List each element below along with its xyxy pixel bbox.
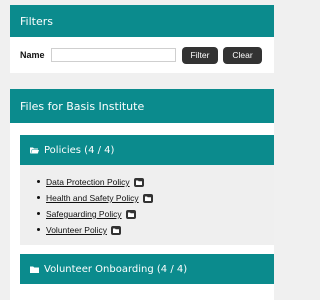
folder-open-icon xyxy=(30,147,39,154)
list-item: Data Protection Policy xyxy=(37,174,153,190)
file-list: Data Protection Policy Health and Safety… xyxy=(37,174,153,238)
folder-icon xyxy=(30,266,39,273)
filters-header: Filters xyxy=(10,5,274,37)
file-link-safeguarding[interactable]: Safeguarding Policy xyxy=(46,209,122,219)
name-label: Name xyxy=(20,50,45,60)
file-icon[interactable] xyxy=(125,209,136,219)
file-icon[interactable] xyxy=(110,225,121,235)
section-body-policies: Data Protection Policy Health and Safety… xyxy=(20,165,274,245)
file-link-data-protection[interactable]: Data Protection Policy xyxy=(46,177,130,187)
list-item: Health and Safety Policy xyxy=(37,190,153,206)
file-link-volunteer[interactable]: Volunteer Policy xyxy=(46,225,107,235)
clear-button[interactable]: Clear xyxy=(223,46,262,64)
section-header-volunteer-onboarding[interactable]: Volunteer Onboarding (4 / 4) xyxy=(20,254,274,284)
files-header: Files for Basis Institute xyxy=(10,89,274,123)
section-title-volunteer-onboarding: Volunteer Onboarding (4 / 4) xyxy=(44,263,188,275)
file-icon[interactable] xyxy=(142,193,153,203)
filter-button[interactable]: Filter xyxy=(181,46,219,64)
files-title: Files for Basis Institute xyxy=(20,99,145,113)
list-item: Safeguarding Policy xyxy=(37,206,153,222)
filters-form: Name Filter Clear xyxy=(10,37,274,73)
section-title-policies: Policies (4 / 4) xyxy=(44,144,115,156)
list-item: Volunteer Policy xyxy=(37,222,153,238)
file-icon[interactable] xyxy=(133,177,144,187)
section-header-policies[interactable]: Policies (4 / 4) xyxy=(20,135,274,165)
file-link-health-safety[interactable]: Health and Safety Policy xyxy=(46,193,139,203)
name-input[interactable] xyxy=(50,48,176,62)
files-panel: Policies (4 / 4) Data Protection Policy … xyxy=(10,123,274,300)
filters-title: Filters xyxy=(20,14,53,28)
